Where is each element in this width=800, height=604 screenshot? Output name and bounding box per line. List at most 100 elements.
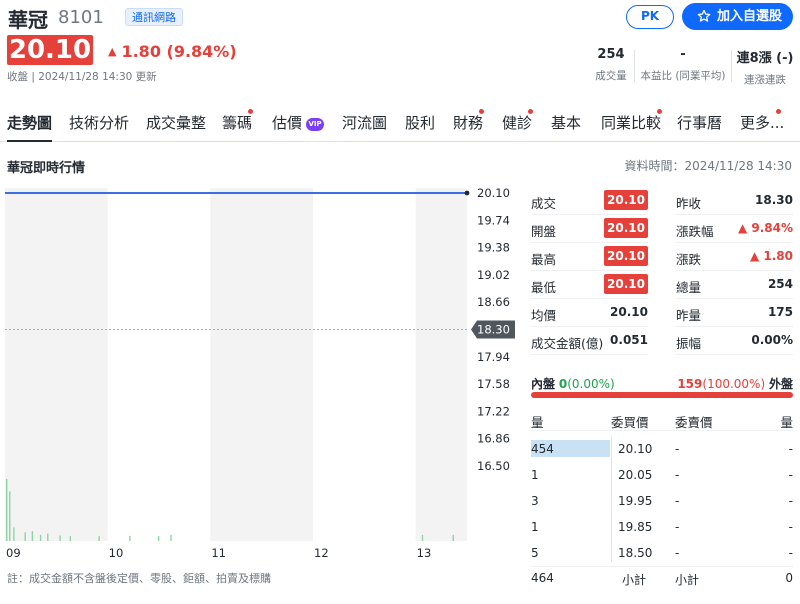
y-tick-label: 19.38: [477, 241, 510, 255]
tab-health-check[interactable]: 健診: [502, 109, 533, 133]
bid-price: 20.05: [618, 468, 653, 482]
ask-volume: -: [788, 494, 793, 508]
subtotal-ask-volume: 0: [785, 571, 793, 585]
inner-label: 內盤: [531, 377, 556, 391]
stat-label: 連漲連跌: [744, 74, 786, 86]
intraday-chart[interactable]: 20.10 19.74 19.38 19.02 18.66 18.30 17.94 17.58…: [5, 188, 525, 566]
volume-bar: [421, 534, 424, 541]
quote-value: 0.051: [610, 333, 648, 347]
x-tick-label: 09: [6, 546, 21, 560]
quote-value: 20.10: [604, 274, 648, 294]
divider: [676, 326, 793, 327]
y-tick-label: 17.22: [477, 404, 510, 418]
tab-calendar[interactable]: 行事曆: [677, 112, 722, 133]
quote-value: ▲ 9.84%: [737, 221, 793, 235]
vip-badge: VIP: [306, 118, 325, 131]
bid-volume: 454: [531, 442, 554, 456]
y-tick-label: 18.30: [477, 323, 510, 337]
tab-trade-summary[interactable]: 成交彙整: [146, 112, 206, 133]
tab-label: 更多...: [740, 114, 785, 132]
orderbook-row: 1 19.85 - -: [531, 518, 793, 544]
y-tick-label: 16.86: [477, 432, 510, 446]
notification-dot-icon: [528, 109, 533, 114]
ask-price: -: [675, 494, 680, 508]
quote-value: 175: [767, 305, 793, 319]
stat-value: 254: [597, 47, 625, 62]
pk-button[interactable]: PK: [626, 5, 674, 29]
orderbook-header-bid-volume: 量: [531, 415, 544, 430]
tab-label: 同業比較: [601, 114, 662, 132]
volume-bar: [69, 536, 72, 541]
ask-volume: -: [788, 468, 793, 482]
industry-tag[interactable]: 通訊網路: [125, 8, 183, 26]
stat-label: 成交量: [595, 70, 627, 82]
y-tick-label: 19.74: [477, 213, 510, 227]
tab-more[interactable]: 更多...: [740, 109, 785, 133]
stock-code: 8101: [58, 7, 104, 28]
tab-river-chart[interactable]: 河流圖: [342, 112, 387, 133]
tab-dividend[interactable]: 股利: [405, 112, 435, 133]
quote-label: 最高: [531, 252, 557, 267]
add-watchlist-label: 加入自選股: [717, 9, 783, 24]
stat-divider: [731, 50, 732, 82]
inner-value: 0: [558, 377, 568, 391]
bid-price: 19.95: [618, 494, 653, 508]
up-triangle-icon: ▲: [108, 45, 117, 58]
stat-volume: 254 成交量: [588, 47, 634, 83]
quote-label: 成交金額(億): [531, 336, 604, 351]
volume-bar: [39, 534, 42, 541]
divider: [531, 270, 648, 271]
price-change-value: 1.80 (9.84%): [121, 42, 237, 61]
quote-value: ▲ 1.80: [749, 249, 793, 263]
tab-financials[interactable]: 財務: [453, 109, 484, 133]
tab-basic-info[interactable]: 基本: [551, 112, 581, 133]
inner-percent: (0.00%): [567, 377, 615, 391]
divider: [531, 298, 648, 299]
add-watchlist-button[interactable]: 加入自選股: [682, 3, 793, 30]
stat-value: -: [680, 47, 686, 62]
notification-dot-icon: [657, 109, 662, 114]
bid-price: 18.50: [618, 546, 653, 560]
tab-bar: 走勢圖 技術分析 成交彙整 籌碼 估價 VIP 河流圖 股利 財務 健診 基本 同…: [0, 102, 800, 142]
y-tick-label: 17.94: [477, 350, 510, 364]
quote-value: 20.10: [604, 190, 648, 210]
divider: [676, 298, 793, 299]
quote-label: 昨量: [676, 308, 702, 323]
tab-label: 財務: [453, 114, 484, 132]
star-icon: [697, 9, 711, 22]
tab-trend-chart[interactable]: 走勢圖: [7, 112, 53, 142]
orderbook-header-ask-price: 委賣價: [675, 415, 713, 430]
divider: [676, 242, 793, 243]
volume-bar: [24, 532, 26, 541]
divider: [531, 326, 648, 327]
y-tick-label: 16.50: [477, 459, 510, 473]
divider: [676, 270, 793, 271]
quote-value: 18.30: [755, 193, 793, 207]
x-tick-label: 10: [109, 546, 124, 560]
tab-valuation[interactable]: 估價 VIP: [272, 112, 325, 133]
tab-technical-analysis[interactable]: 技術分析: [69, 112, 129, 133]
ask-volume: -: [788, 520, 793, 534]
volume-bar: [6, 479, 8, 541]
tab-peer-comparison[interactable]: 同業比較: [601, 109, 662, 133]
bid-price: 20.10: [618, 442, 653, 456]
outer-volume: 159(100.00%) 外盤: [677, 375, 793, 392]
current-price: 20.10: [7, 35, 93, 65]
y-tick-label: 19.02: [477, 268, 510, 282]
y-tick-label: 17.58: [477, 377, 510, 391]
orderbook-divider: [611, 436, 612, 562]
stat-label: 本益比 (同業平均): [640, 70, 726, 82]
quote-value: 20.10: [604, 246, 648, 266]
volume-bar: [13, 527, 15, 541]
subtotal-label: 小計: [675, 573, 700, 587]
inner-volume: 內盤 0(0.00%): [531, 375, 615, 392]
stat-value: 連8漲 (-): [736, 51, 794, 66]
quote-label: 均價: [531, 308, 557, 323]
ask-volume: -: [788, 546, 793, 560]
tab-chips[interactable]: 籌碼: [222, 109, 253, 133]
orderbook-row: 3 19.95 - -: [531, 492, 793, 518]
ask-price: -: [675, 468, 680, 482]
price-change: ▲ 1.80 (9.84%): [108, 42, 237, 61]
bid-volume: 1: [531, 520, 539, 534]
quote-label: 漲跌: [676, 252, 702, 267]
